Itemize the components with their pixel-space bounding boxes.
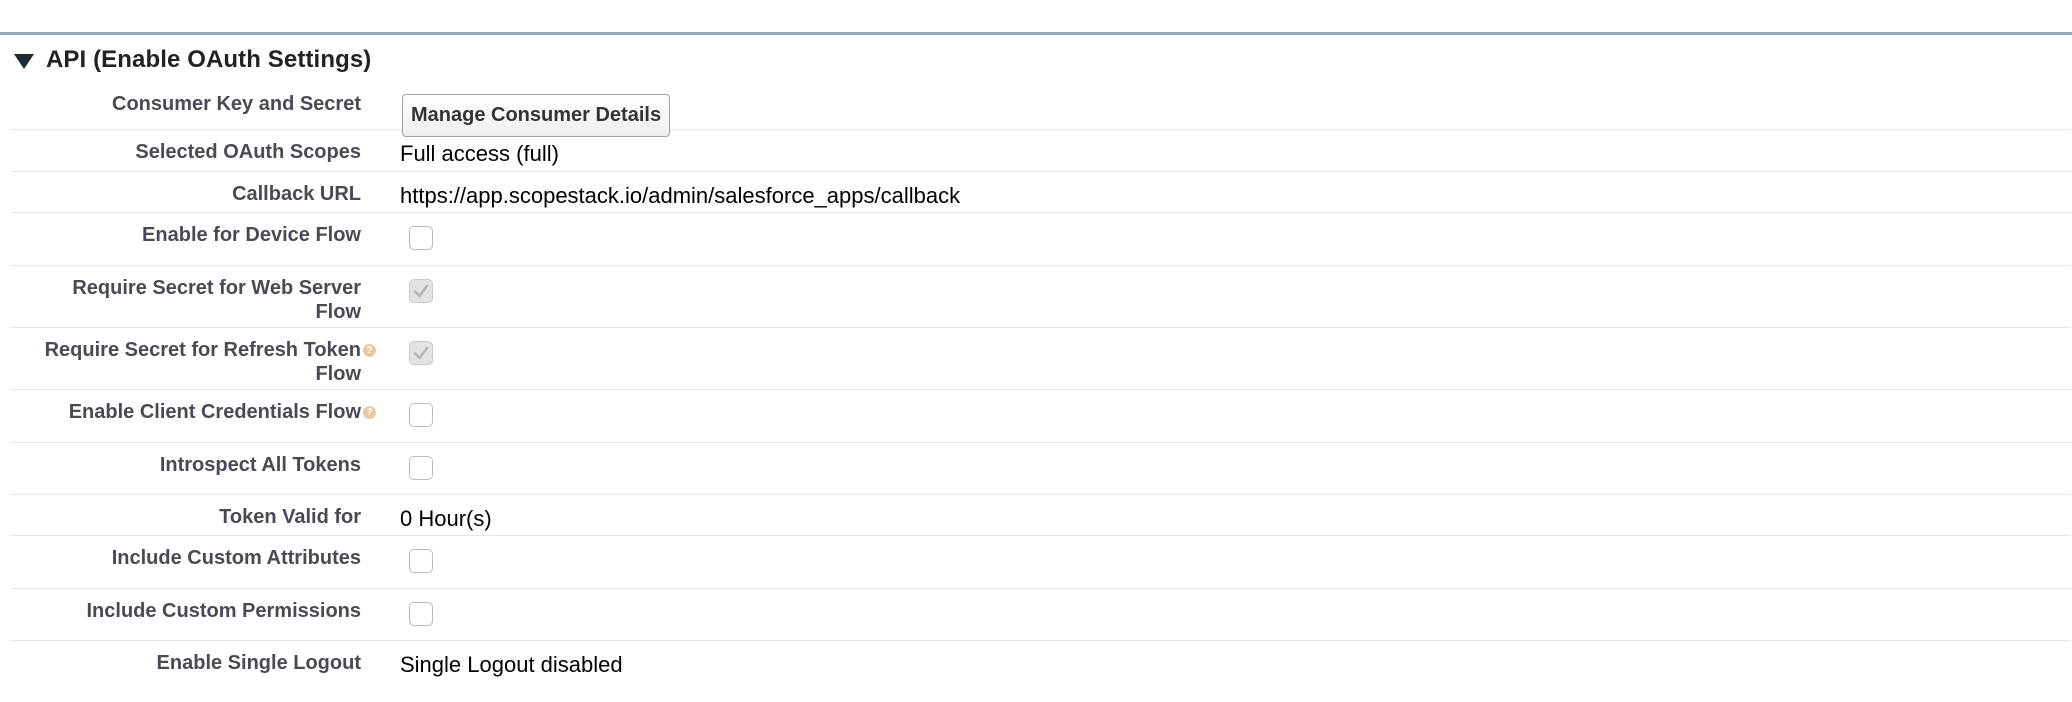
row-token-valid-for: Token Valid for 0 Hour(s) [11,495,2071,536]
row-require-secret-web-server-flow: Require Secret for Web Server Flow [11,266,2071,328]
label-line-1: Require Secret for Web Server [72,277,361,299]
enable-device-flow-checkbox[interactable] [409,226,433,250]
help-icon[interactable]: ? [363,344,376,357]
row-enable-client-credentials-flow: Enable Client Credentials Flow ? [11,390,2071,443]
triangle-down-icon[interactable] [14,53,34,69]
label-text: Enable Client Credentials Flow [68,401,361,423]
label-enable-single-logout: Enable Single Logout [156,652,361,674]
label-include-custom-attributes: Include Custom Attributes [111,547,361,569]
enable-client-credentials-flow-checkbox[interactable] [409,403,433,427]
label-enable-client-credentials-flow: Enable Client Credentials Flow ? [0,400,376,424]
row-require-secret-refresh-token-flow: Require Secret for Refresh Token Flow ? [11,328,2071,390]
row-enable-device-flow: Enable for Device Flow [11,213,2071,266]
label-introspect-all-tokens: Introspect All Tokens [159,454,361,476]
row-consumer-key-and-secret: Consumer Key and Secret Manage Consumer … [11,82,2071,137]
row-include-custom-permissions: Include Custom Permissions [11,589,2071,641]
label-line-2: Flow [315,301,361,323]
introspect-all-tokens-checkbox[interactable] [409,456,433,480]
oauth-settings-table: Consumer Key and Secret Manage Consumer … [11,82,2071,683]
row-enable-single-logout: Enable Single Logout Single Logout disab… [11,641,2071,683]
require-secret-web-server-flow-checkbox[interactable] [409,279,433,303]
label-include-custom-permissions: Include Custom Permissions [86,600,361,622]
include-custom-attributes-checkbox[interactable] [409,549,433,573]
row-callback-url: Callback URL https://app.scopestack.io/a… [11,172,2071,213]
single-logout-value: Single Logout disabled [400,652,623,677]
checkmark-icon [413,284,429,298]
label-require-secret-refresh-token-flow: Require Secret for Refresh Token Flow ? [0,338,376,386]
checkmark-icon [413,346,429,360]
label-enable-device-flow: Enable for Device Flow [142,224,361,246]
label-consumer-key-and-secret: Consumer Key and Secret [112,93,361,115]
selected-oauth-scopes-value: Full access (full) [400,141,559,166]
label-require-secret-web-server-flow: Require Secret for Web Server Flow [0,276,361,324]
section-title: API (Enable OAuth Settings) [46,46,372,73]
section-header-toggle[interactable]: API (Enable OAuth Settings) [14,44,371,76]
row-introspect-all-tokens: Introspect All Tokens [11,443,2071,495]
label-callback-url: Callback URL [232,183,361,205]
token-valid-for-value: 0 Hour(s) [400,506,492,531]
row-selected-oauth-scopes: Selected OAuth Scopes Full access (full) [11,130,2071,172]
callback-url-value: https://app.scopestack.io/admin/salesfor… [400,183,961,208]
help-icon[interactable]: ? [363,406,376,419]
include-custom-permissions-checkbox[interactable] [409,602,433,626]
label-selected-oauth-scopes: Selected OAuth Scopes [135,141,361,163]
row-include-custom-attributes: Include Custom Attributes [11,536,2071,589]
label-line-2: Flow [315,363,361,385]
require-secret-refresh-token-flow-checkbox[interactable] [409,341,433,365]
section-top-rule [0,32,2072,35]
label-line-1: Require Secret for Refresh Token [44,339,361,361]
label-token-valid-for: Token Valid for [219,506,361,528]
